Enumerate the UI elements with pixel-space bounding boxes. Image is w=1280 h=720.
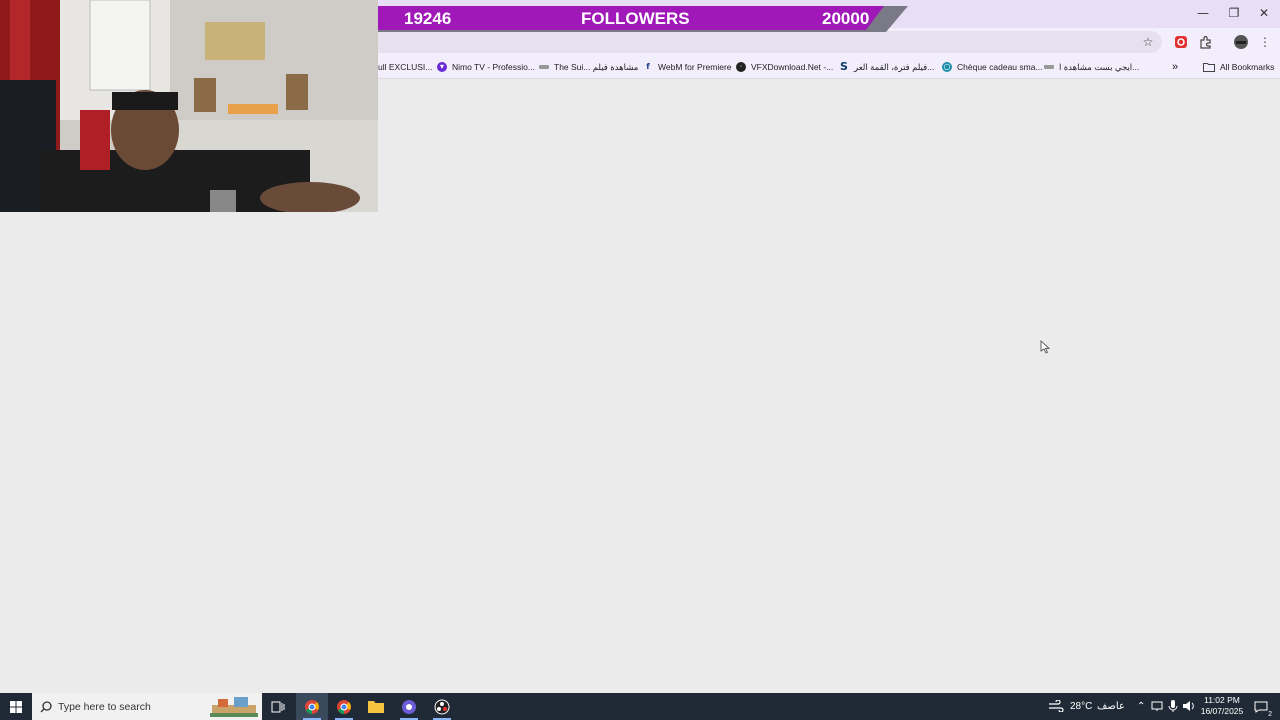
chrome-icon	[337, 699, 351, 714]
bookmark-item[interactable]: ull EXCLUSI...	[378, 60, 432, 74]
search-highlight-illustration-icon	[210, 697, 258, 717]
windows-logo-icon	[10, 700, 22, 713]
cheque-icon: ○	[942, 62, 952, 72]
followers-goal-banner: 19246 FOLLOWERS 20000	[378, 6, 908, 32]
mouse-cursor-icon	[1040, 340, 1050, 354]
taskbar-chrome-2[interactable]	[328, 693, 360, 720]
taskbar-obs[interactable]	[426, 693, 458, 720]
taskbar-chrome-active[interactable]	[296, 693, 328, 720]
task-view-button[interactable]	[262, 693, 294, 720]
webcam-overlay	[0, 0, 378, 212]
all-bookmarks-button[interactable]: All Bookmarks	[1203, 60, 1274, 74]
obs-icon	[434, 699, 450, 714]
bookmark-item[interactable]: f WebM for Premiere	[643, 60, 731, 74]
search-placeholder: Type here to search	[58, 700, 151, 713]
bookmark-item[interactable]: ▾ Nimo TV - Professio...	[437, 60, 535, 74]
bookmark-item[interactable]: The Sui... مشاهدة فيلم	[539, 60, 638, 74]
taskbar-app[interactable]	[393, 693, 425, 720]
system-clock[interactable]: 11:02 PM 16/07/2025	[1196, 695, 1248, 717]
bookmarks-overflow-button[interactable]: »	[1172, 60, 1178, 74]
notification-count: 2	[1268, 711, 1272, 718]
bookmark-item[interactable]: ○ Chèque cadeau sma...	[942, 60, 1043, 74]
nimo-icon: ▾	[437, 62, 447, 72]
restore-button[interactable]: ❐	[1222, 4, 1246, 22]
egybest-icon	[1044, 65, 1054, 69]
bookmark-star-icon[interactable]: ☆	[1139, 33, 1157, 51]
clock-date: 16/07/2025	[1200, 706, 1244, 716]
wind-weather-icon	[1049, 700, 1064, 712]
network-icon[interactable]	[1151, 701, 1163, 712]
extension-red-icon[interactable]	[1172, 33, 1190, 51]
notification-center-button[interactable]: 2	[1248, 693, 1274, 720]
vfx-icon: ·	[736, 62, 746, 72]
taskbar-file-explorer[interactable]	[360, 693, 392, 720]
fn-icon: f	[646, 62, 650, 71]
followers-label: FOLLOWERS	[581, 9, 690, 28]
address-bar[interactable]	[370, 31, 1162, 53]
extensions-puzzle-icon[interactable]	[1197, 33, 1215, 51]
weather-temperature[interactable]: 28°C	[1070, 693, 1092, 720]
close-button[interactable]: ✕	[1252, 4, 1276, 22]
tray-overflow-chevron-icon[interactable]: ⌃	[1137, 693, 1145, 720]
bookmark-item[interactable]: ايجي بست مشاهدة ا...	[1044, 60, 1139, 74]
folder-icon	[1203, 63, 1215, 72]
app-icon	[402, 699, 416, 714]
profile-avatar-icon[interactable]	[1232, 33, 1250, 51]
task-view-icon	[271, 701, 285, 712]
taskbar-search-box[interactable]: Type here to search	[32, 693, 262, 720]
folder-icon	[368, 701, 384, 713]
clock-time: 11:02 PM	[1204, 695, 1240, 705]
bookmark-item[interactable]: · VFXDownload.Net -...	[736, 60, 833, 74]
followers-goal-count: 20000	[822, 9, 870, 28]
bookmark-item[interactable]: S فيلم فترة، القمة العر...	[839, 60, 934, 74]
followers-current-count: 19246	[404, 9, 452, 28]
notification-icon	[1254, 701, 1268, 713]
site-icon	[539, 65, 549, 69]
microphone-icon[interactable]	[1168, 700, 1178, 713]
s-icon: S	[840, 60, 848, 73]
chrome-icon	[305, 699, 319, 714]
browser-menu-icon[interactable]: ⋮	[1256, 33, 1274, 51]
search-icon	[40, 701, 52, 713]
volume-icon[interactable]	[1182, 700, 1196, 712]
minimize-button[interactable]: —	[1191, 4, 1215, 22]
start-button[interactable]	[0, 693, 32, 720]
taskbar: Type here to search 28°C عاصف ⌃ 11:02 PM…	[0, 693, 1280, 720]
weather-description[interactable]: عاصف	[1097, 693, 1125, 720]
